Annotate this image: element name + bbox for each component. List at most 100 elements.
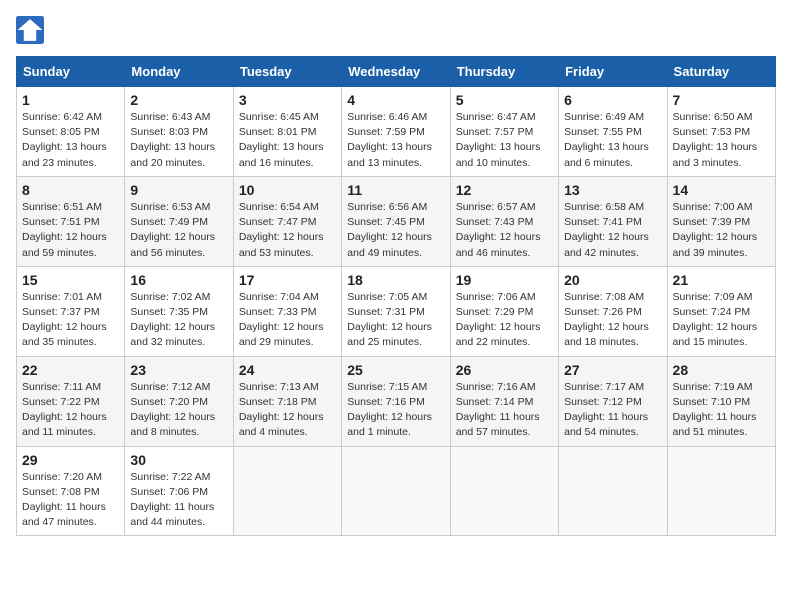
day-number: 13 bbox=[564, 182, 661, 198]
day-info: Sunrise: 7:11 AM Sunset: 7:22 PM Dayligh… bbox=[22, 380, 119, 441]
calendar-cell: 14 Sunrise: 7:00 AM Sunset: 7:39 PM Dayli… bbox=[667, 176, 775, 266]
day-number: 21 bbox=[673, 272, 770, 288]
day-number: 24 bbox=[239, 362, 336, 378]
calendar-cell: 8 Sunrise: 6:51 AM Sunset: 7:51 PM Daylig… bbox=[17, 176, 125, 266]
day-info: Sunrise: 7:04 AM Sunset: 7:33 PM Dayligh… bbox=[239, 290, 336, 351]
day-info: Sunrise: 7:13 AM Sunset: 7:18 PM Dayligh… bbox=[239, 380, 336, 441]
calendar-cell: 18Sunrise: 7:05 AM Sunset: 7:31 PM Dayli… bbox=[342, 266, 450, 356]
day-info: Sunrise: 6:46 AM Sunset: 7:59 PM Dayligh… bbox=[347, 110, 444, 171]
day-info: Sunrise: 6:51 AM Sunset: 7:51 PM Dayligh… bbox=[22, 200, 119, 261]
calendar-cell bbox=[342, 446, 450, 536]
calendar-week-row: 22 Sunrise: 7:11 AM Sunset: 7:22 PM Dayli… bbox=[17, 356, 776, 446]
day-info: Sunrise: 7:00 AM Sunset: 7:39 PM Dayligh… bbox=[673, 200, 770, 261]
day-info: Sunrise: 6:49 AM Sunset: 7:55 PM Dayligh… bbox=[564, 110, 661, 171]
calendar-cell bbox=[559, 446, 667, 536]
calendar-table: SundayMondayTuesdayWednesdayThursdayFrid… bbox=[16, 56, 776, 536]
calendar-cell: 3 Sunrise: 6:45 AM Sunset: 8:01 PM Daylig… bbox=[233, 87, 341, 177]
day-info: Sunrise: 7:01 AM Sunset: 7:37 PM Dayligh… bbox=[22, 290, 119, 351]
day-number: 9 bbox=[130, 182, 227, 198]
logo-icon bbox=[16, 16, 44, 44]
day-info: Sunrise: 7:06 AM Sunset: 7:29 PM Dayligh… bbox=[456, 290, 553, 351]
day-number: 29 bbox=[22, 452, 119, 468]
page-header bbox=[16, 16, 776, 44]
calendar-cell: 1 Sunrise: 6:42 AM Sunset: 8:05 PM Daylig… bbox=[17, 87, 125, 177]
day-number: 3 bbox=[239, 92, 336, 108]
day-number: 17 bbox=[239, 272, 336, 288]
calendar-cell: 29 Sunrise: 7:20 AM Sunset: 7:08 PM Dayli… bbox=[17, 446, 125, 536]
day-number: 7 bbox=[673, 92, 770, 108]
day-number: 1 bbox=[22, 92, 119, 108]
day-number: 22 bbox=[22, 362, 119, 378]
day-number: 25 bbox=[347, 362, 444, 378]
day-of-week-header: Thursday bbox=[450, 57, 558, 87]
calendar-cell: 10 Sunrise: 6:54 AM Sunset: 7:47 PM Dayli… bbox=[233, 176, 341, 266]
calendar-cell: 20 Sunrise: 7:08 AM Sunset: 7:26 PM Dayli… bbox=[559, 266, 667, 356]
day-of-week-header: Saturday bbox=[667, 57, 775, 87]
calendar-cell: 6 Sunrise: 6:49 AM Sunset: 7:55 PM Daylig… bbox=[559, 87, 667, 177]
day-info: Sunrise: 7:15 AM Sunset: 7:16 PM Dayligh… bbox=[347, 380, 444, 441]
day-info: Sunrise: 6:53 AM Sunset: 7:49 PM Dayligh… bbox=[130, 200, 227, 261]
day-info: Sunrise: 7:12 AM Sunset: 7:20 PM Dayligh… bbox=[130, 380, 227, 441]
day-number: 5 bbox=[456, 92, 553, 108]
day-info: Sunrise: 6:56 AM Sunset: 7:45 PM Dayligh… bbox=[347, 200, 444, 261]
day-number: 28 bbox=[673, 362, 770, 378]
day-info: Sunrise: 7:08 AM Sunset: 7:26 PM Dayligh… bbox=[564, 290, 661, 351]
day-info: Sunrise: 6:58 AM Sunset: 7:41 PM Dayligh… bbox=[564, 200, 661, 261]
calendar-cell bbox=[450, 446, 558, 536]
day-number: 6 bbox=[564, 92, 661, 108]
day-info: Sunrise: 6:43 AM Sunset: 8:03 PM Dayligh… bbox=[130, 110, 227, 171]
day-info: Sunrise: 7:16 AM Sunset: 7:14 PM Dayligh… bbox=[456, 380, 553, 441]
calendar-cell: 24 Sunrise: 7:13 AM Sunset: 7:18 PM Dayli… bbox=[233, 356, 341, 446]
day-number: 30 bbox=[130, 452, 227, 468]
day-number: 4 bbox=[347, 92, 444, 108]
calendar-cell: 11 Sunrise: 6:56 AM Sunset: 7:45 PM Dayli… bbox=[342, 176, 450, 266]
day-number: 20 bbox=[564, 272, 661, 288]
calendar-cell bbox=[233, 446, 341, 536]
day-info: Sunrise: 6:54 AM Sunset: 7:47 PM Dayligh… bbox=[239, 200, 336, 261]
day-number: 2 bbox=[130, 92, 227, 108]
calendar-cell bbox=[667, 446, 775, 536]
day-number: 11 bbox=[347, 182, 444, 198]
calendar-week-row: 29 Sunrise: 7:20 AM Sunset: 7:08 PM Dayli… bbox=[17, 446, 776, 536]
day-number: 14 bbox=[673, 182, 770, 198]
day-number: 26 bbox=[456, 362, 553, 378]
calendar-cell: 28 Sunrise: 7:19 AM Sunset: 7:10 PM Dayli… bbox=[667, 356, 775, 446]
day-of-week-header: Wednesday bbox=[342, 57, 450, 87]
day-number: 16 bbox=[130, 272, 227, 288]
calendar-cell: 22 Sunrise: 7:11 AM Sunset: 7:22 PM Dayli… bbox=[17, 356, 125, 446]
day-info: Sunrise: 7:02 AM Sunset: 7:35 PM Dayligh… bbox=[130, 290, 227, 351]
day-number: 10 bbox=[239, 182, 336, 198]
day-info: Sunrise: 6:47 AM Sunset: 7:57 PM Dayligh… bbox=[456, 110, 553, 171]
day-info: Sunrise: 7:09 AM Sunset: 7:24 PM Dayligh… bbox=[673, 290, 770, 351]
day-info: Sunrise: 7:19 AM Sunset: 7:10 PM Dayligh… bbox=[673, 380, 770, 441]
day-info: Sunrise: 7:17 AM Sunset: 7:12 PM Dayligh… bbox=[564, 380, 661, 441]
day-number: 27 bbox=[564, 362, 661, 378]
calendar-cell: 30Sunrise: 7:22 AM Sunset: 7:06 PM Dayli… bbox=[125, 446, 233, 536]
calendar-cell: 12Sunrise: 6:57 AM Sunset: 7:43 PM Dayli… bbox=[450, 176, 558, 266]
day-number: 12 bbox=[456, 182, 553, 198]
day-number: 15 bbox=[22, 272, 119, 288]
calendar-cell: 13 Sunrise: 6:58 AM Sunset: 7:41 PM Dayli… bbox=[559, 176, 667, 266]
calendar-cell: 15 Sunrise: 7:01 AM Sunset: 7:37 PM Dayli… bbox=[17, 266, 125, 356]
calendar-cell: 23Sunrise: 7:12 AM Sunset: 7:20 PM Dayli… bbox=[125, 356, 233, 446]
calendar-cell: 27 Sunrise: 7:17 AM Sunset: 7:12 PM Dayli… bbox=[559, 356, 667, 446]
calendar-week-row: 1 Sunrise: 6:42 AM Sunset: 8:05 PM Daylig… bbox=[17, 87, 776, 177]
calendar-cell: 21 Sunrise: 7:09 AM Sunset: 7:24 PM Dayli… bbox=[667, 266, 775, 356]
logo bbox=[16, 16, 48, 44]
calendar-week-row: 8 Sunrise: 6:51 AM Sunset: 7:51 PM Daylig… bbox=[17, 176, 776, 266]
calendar-cell: 7Sunrise: 6:50 AM Sunset: 7:53 PM Daylig… bbox=[667, 87, 775, 177]
calendar-header-row: SundayMondayTuesdayWednesdayThursdayFrid… bbox=[17, 57, 776, 87]
day-info: Sunrise: 6:42 AM Sunset: 8:05 PM Dayligh… bbox=[22, 110, 119, 171]
calendar-cell: 25 Sunrise: 7:15 AM Sunset: 7:16 PM Dayli… bbox=[342, 356, 450, 446]
calendar-cell: 5 Sunrise: 6:47 AM Sunset: 7:57 PM Daylig… bbox=[450, 87, 558, 177]
calendar-cell: 4 Sunrise: 6:46 AM Sunset: 7:59 PM Daylig… bbox=[342, 87, 450, 177]
day-info: Sunrise: 7:20 AM Sunset: 7:08 PM Dayligh… bbox=[22, 470, 119, 531]
day-number: 8 bbox=[22, 182, 119, 198]
day-number: 19 bbox=[456, 272, 553, 288]
day-of-week-header: Sunday bbox=[17, 57, 125, 87]
day-info: Sunrise: 7:05 AM Sunset: 7:31 PM Dayligh… bbox=[347, 290, 444, 351]
calendar-cell: 16 Sunrise: 7:02 AM Sunset: 7:35 PM Dayli… bbox=[125, 266, 233, 356]
day-info: Sunrise: 6:45 AM Sunset: 8:01 PM Dayligh… bbox=[239, 110, 336, 171]
calendar-week-row: 15 Sunrise: 7:01 AM Sunset: 7:37 PM Dayli… bbox=[17, 266, 776, 356]
calendar-cell: 19 Sunrise: 7:06 AM Sunset: 7:29 PM Dayli… bbox=[450, 266, 558, 356]
